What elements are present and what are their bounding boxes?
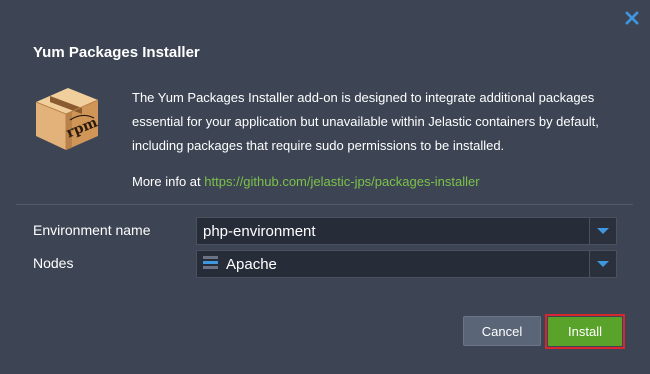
more-info-prefix: More info at	[132, 174, 201, 189]
environment-name-label: Environment name	[33, 222, 151, 238]
server-stack-icon	[203, 256, 218, 272]
section-divider	[16, 204, 633, 205]
environment-name-value: php-environment	[203, 223, 316, 240]
more-info-link[interactable]: https://github.com/jelastic-jps/packages…	[204, 174, 479, 189]
chevron-down-icon[interactable]	[589, 218, 616, 244]
close-icon[interactable]	[624, 10, 640, 26]
dialog-title: Yum Packages Installer	[33, 44, 200, 61]
nodes-label: Nodes	[33, 255, 74, 271]
more-info: More info at https://github.com/jelastic…	[132, 171, 480, 193]
nodes-select[interactable]: Apache	[196, 250, 617, 278]
chevron-down-icon[interactable]	[589, 251, 616, 277]
installer-dialog: Yum Packages Installer rpm The Yum Packa…	[0, 0, 650, 374]
environment-name-select[interactable]: php-environment	[196, 217, 617, 245]
rpm-package-icon: rpm	[35, 88, 100, 150]
cancel-button[interactable]: Cancel	[463, 316, 541, 346]
addon-description: The Yum Packages Installer add-on is des…	[132, 90, 599, 153]
install-button-highlight: Install	[545, 314, 625, 349]
nodes-value: Apache	[226, 256, 277, 273]
install-button[interactable]: Install	[548, 317, 622, 346]
